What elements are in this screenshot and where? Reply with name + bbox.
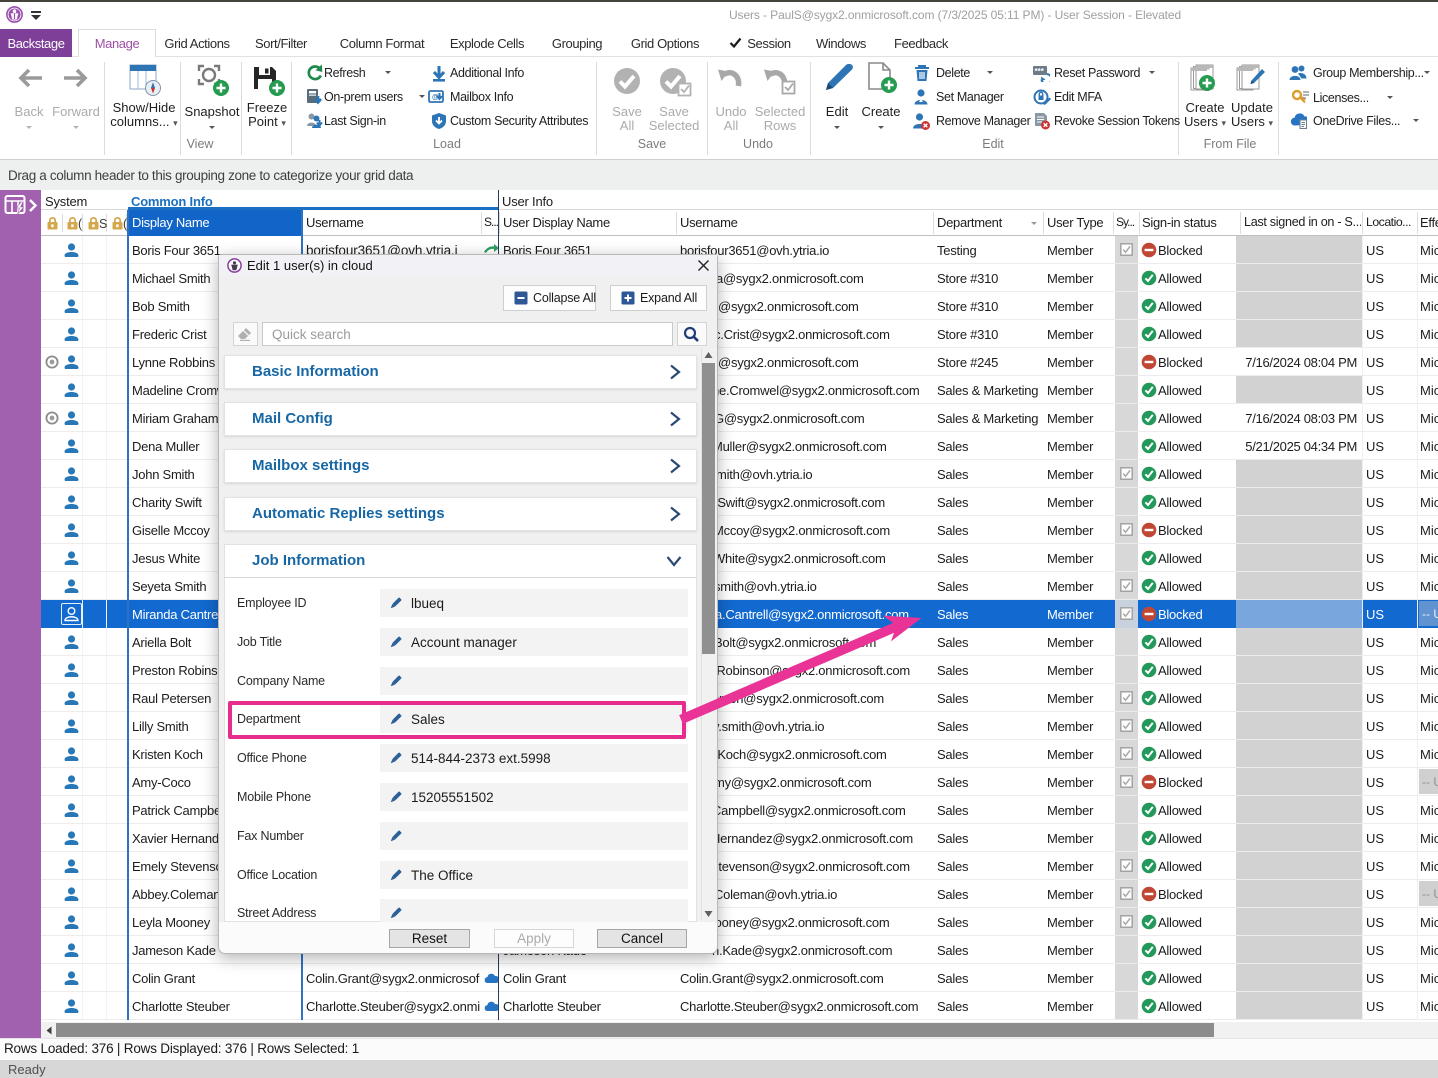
svg-text:***: *** bbox=[1035, 67, 1045, 76]
